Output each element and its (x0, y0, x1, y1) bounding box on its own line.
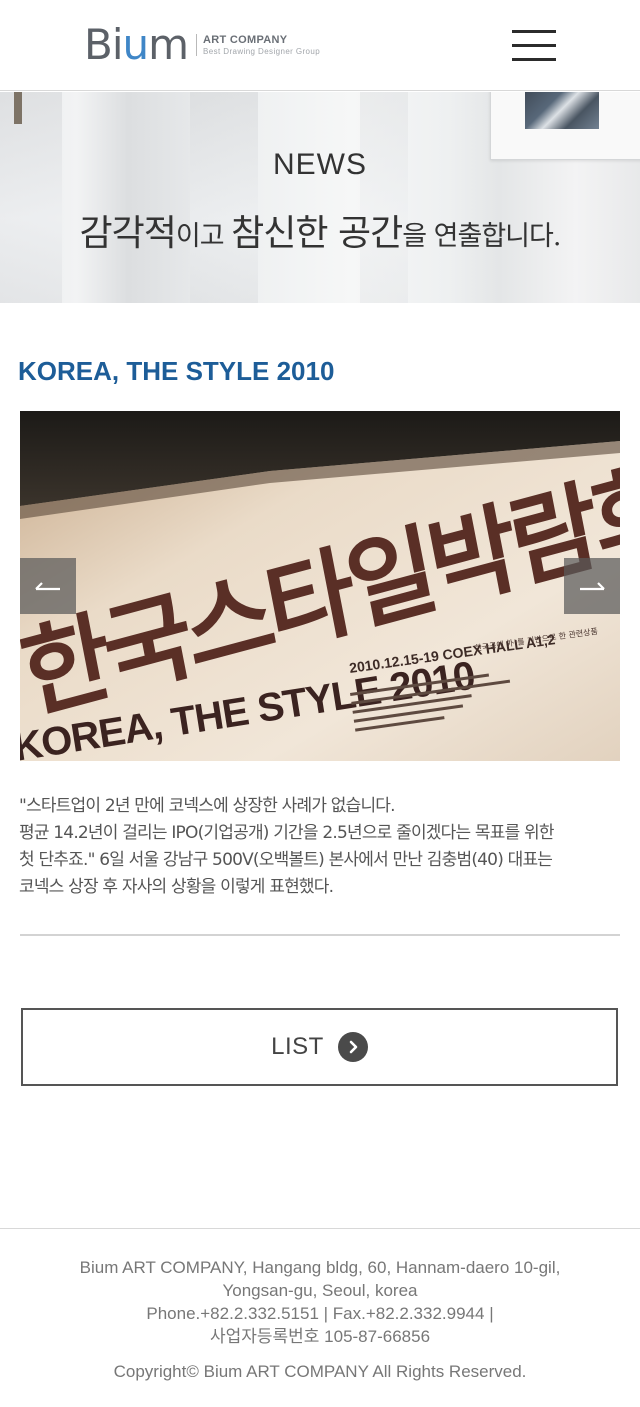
site-header: Bium ART COMPANY Best Drawing Designer G… (0, 0, 640, 91)
slider-prev-button[interactable] (20, 558, 76, 614)
footer-contact-line: Phone.+82.2.332.5151 | Fax.+82.2.332.994… (146, 1304, 494, 1323)
bium-logo[interactable]: Bium ART COMPANY Best Drawing Designer G… (84, 22, 320, 68)
footer-address-line: Yongsan-gu, Seoul, korea (222, 1281, 418, 1300)
chevron-right-circle-icon (337, 1032, 368, 1062)
logo-tagline: Best Drawing Designer Group (203, 46, 321, 56)
site-footer: Bium ART COMPANY, Hangang bldg, 60, Hann… (0, 1228, 640, 1407)
logo-wordmark: Bium (84, 20, 189, 69)
logo-separator (196, 34, 198, 56)
hero-subtitle: 감각적이고 참신한 공간을 연출합니다. (79, 213, 562, 254)
hero-decor (14, 92, 22, 124)
article-image-slider[interactable]: 한국스타일박람회 KOREA, THE STYLE 2010 2010.12.1… (20, 411, 620, 761)
logo-text: ART COMPANY Best Drawing Designer Group (203, 34, 320, 57)
article-divider (20, 934, 620, 936)
logo-company-name: ART COMPANY (203, 33, 288, 46)
exhibition-photo: 한국스타일박람회 KOREA, THE STYLE 2010 2010.12.1… (20, 411, 620, 761)
article-body: "스타트업이 2년 만에 코넥스에 상장한 사례가 없습니다. 평균 14.2년… (19, 793, 627, 901)
footer-business-number: 사업자등록번호 105-87-66856 (209, 1327, 431, 1346)
slider-next-button[interactable] (564, 558, 620, 614)
hamburger-icon[interactable] (512, 30, 556, 62)
body-line: 코넥스 상장 후 자사의 상황을 이렇게 표현했다. (19, 877, 334, 897)
footer-copyright: Copyright© Bium ART COMPANY All Rights R… (113, 1362, 527, 1381)
arrow-left-icon (35, 582, 60, 591)
hero-banner: NEWS 감각적이고 참신한 공간을 연출합니다. (0, 92, 640, 303)
list-button[interactable]: LIST (21, 1008, 618, 1086)
body-line: 평균 14.2년이 걸리는 IPO(기업공개) 기간을 2.5년으로 줄이겠다는… (19, 823, 555, 843)
list-button-label: LIST (271, 1033, 324, 1060)
footer-address-line: Bium ART COMPANY, Hangang bldg, 60, Hann… (79, 1258, 561, 1277)
body-line: "스타트업이 2년 만에 코넥스에 상장한 사례가 없습니다. (19, 796, 396, 816)
hero-heading: NEWS (273, 148, 367, 181)
article-title: KOREA, THE STYLE 2010 (18, 356, 335, 386)
body-line: 첫 단추죠." 6일 서울 강남구 500V(오백볼트) 본사에서 만난 김충범… (19, 850, 553, 870)
arrow-right-icon (580, 582, 605, 591)
footer-address: Bium ART COMPANY, Hangang bldg, 60, Hann… (0, 1256, 640, 1348)
